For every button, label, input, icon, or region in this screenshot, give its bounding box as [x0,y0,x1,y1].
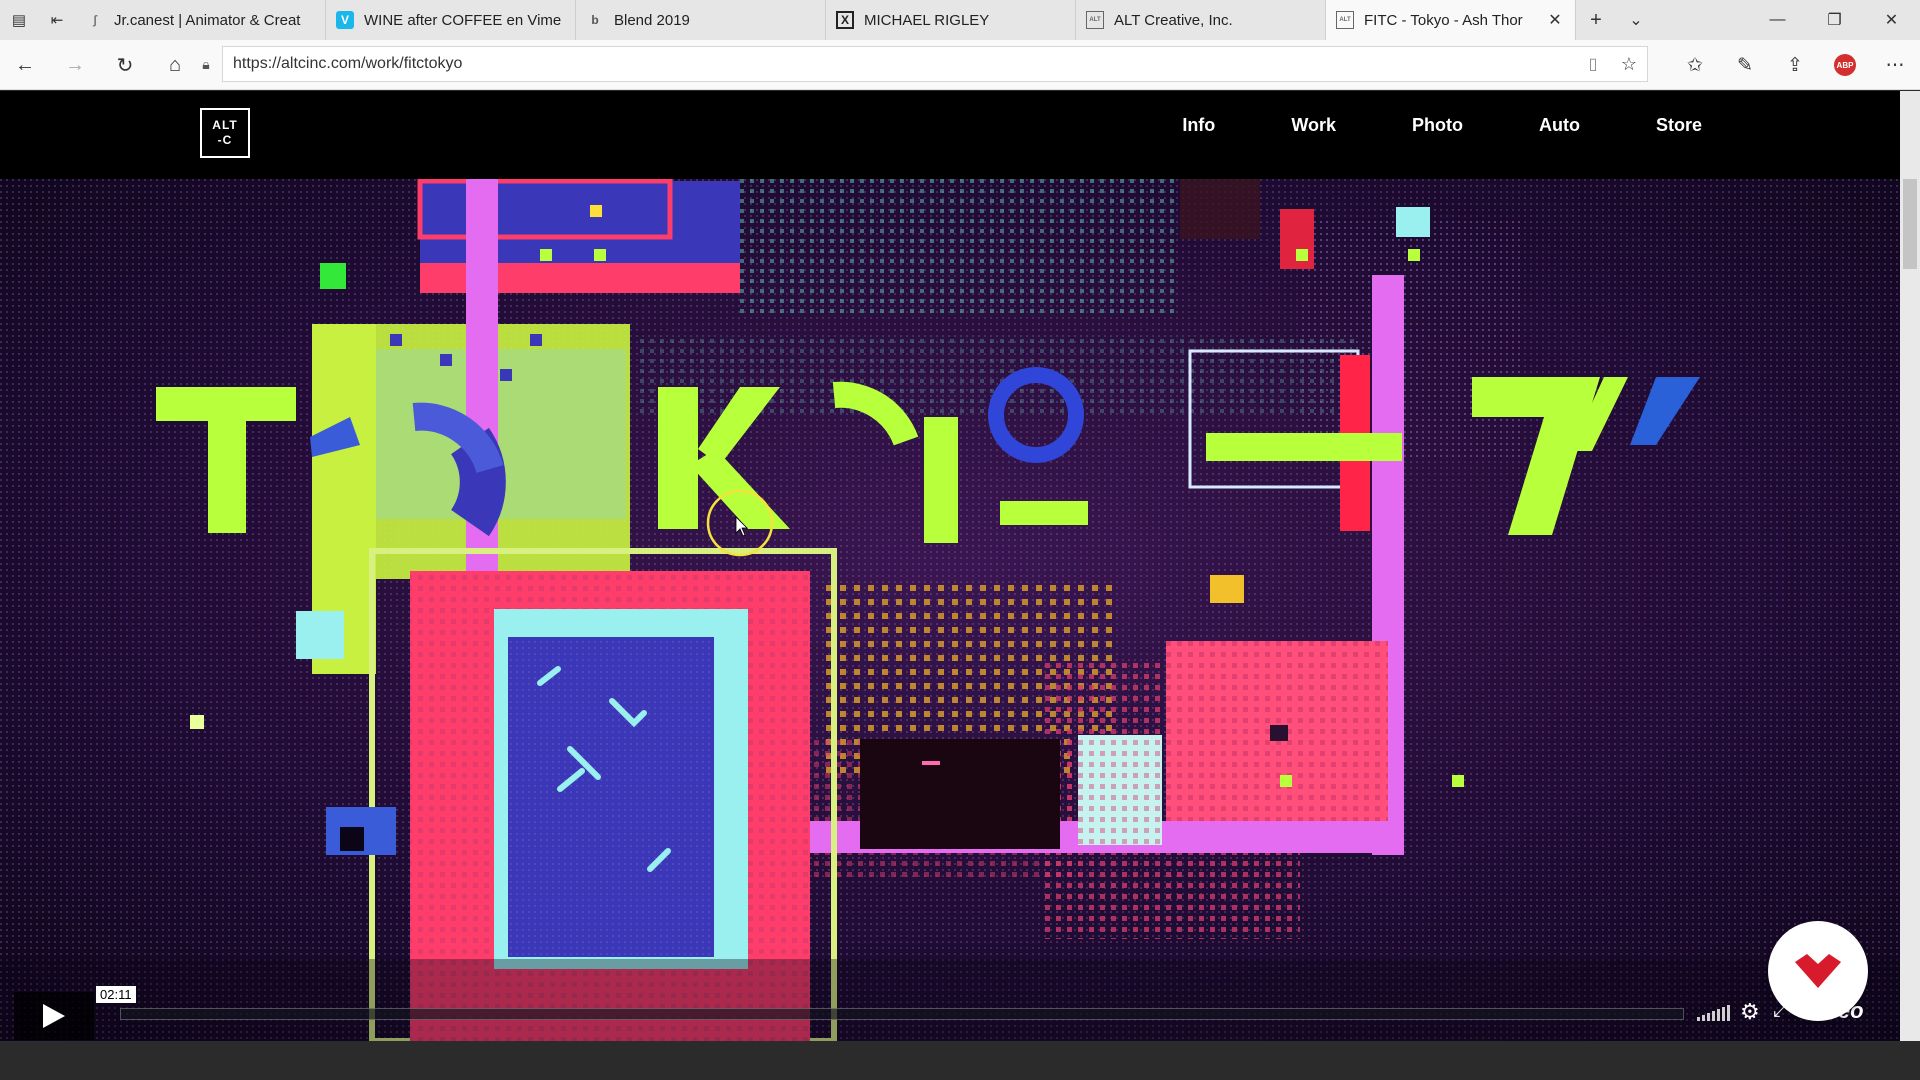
tab-bar: ▤ ⇤ ʃ Jr.canest | Animator & Creat V WIN… [0,0,1920,40]
tab-jrcanest[interactable]: ʃ Jr.canest | Animator & Creat [76,0,326,40]
tab-title: WINE after COFFEE en Vime [364,11,562,29]
vimeo-favicon-icon: V [336,11,354,29]
refresh-icon[interactable]: ↻ [100,40,150,90]
menu-item-work[interactable]: Work [1291,115,1336,136]
heart-logo-icon [1795,954,1841,988]
settings-gear-icon[interactable]: ⚙ [1740,999,1760,1025]
tab-list-icon[interactable]: ▤ [0,0,38,40]
close-window-icon[interactable]: ✕ [1863,0,1920,40]
bottom-strip [0,1041,1920,1080]
share-icon[interactable]: ⇪ [1770,40,1820,90]
site-header: ALT -C Info Work Photo Auto Store [0,91,1900,179]
jrcanest-favicon-icon: ʃ [93,13,97,27]
tab-title: FITC - Tokyo - Ash Thor [1364,11,1523,29]
new-tab-icon[interactable]: + [1576,0,1616,40]
menu-item-auto[interactable]: Auto [1539,115,1580,136]
more-menu-icon[interactable]: ⋯ [1870,40,1920,90]
logo-line-2: -C [217,133,233,147]
lock-icon: 🔒︎ [202,55,210,72]
video-frame [0,179,1900,1041]
back-arrow-icon[interactable]: ← [0,40,50,90]
reading-view-icon[interactable]: ▯ [1575,54,1611,74]
rigley-favicon-icon: X [836,11,854,29]
menu-item-info[interactable]: Info [1182,115,1215,136]
favorite-star-icon[interactable]: ☆ [1611,54,1647,75]
navigation-bar: ← → ↻ ⌂ 🔒︎ https://altcinc.com/work/fitc… [0,40,1920,90]
page-scrollbar[interactable] [1900,91,1920,1041]
site-menu: Info Work Photo Auto Store [1106,115,1702,136]
favorites-hub-icon[interactable]: ✩ [1670,40,1720,90]
video-progress-bar[interactable] [120,1008,1684,1020]
menu-item-store[interactable]: Store [1656,115,1702,136]
web-page: ALT -C Info Work Photo Auto Store 02:11 … [0,91,1900,1041]
alt-c-logo[interactable]: ALT -C [200,108,250,158]
alt-favicon-icon: ALT [1336,11,1354,29]
play-button[interactable] [14,992,94,1040]
tab-preview-chevron-icon[interactable]: ⌄ [1616,0,1656,40]
window-controls: — ❐ ✕ [1749,0,1920,40]
tab-wine-after-coffee[interactable]: V WINE after COFFEE en Vime [326,0,576,40]
restore-icon[interactable]: ❐ [1806,0,1863,40]
web-note-pen-icon[interactable]: ✎ [1720,40,1770,90]
menu-item-photo[interactable]: Photo [1412,115,1463,136]
tab-title: MICHAEL RIGLEY [864,11,990,29]
video-time: 02:11 [96,986,136,1003]
tab-title: Jr.canest | Animator & Creat [114,11,301,29]
tab-fitc-tokyo[interactable]: ALT FITC - Tokyo - Ash Thor ✕ [1326,0,1576,40]
tab-michael-rigley[interactable]: X MICHAEL RIGLEY [826,0,1076,40]
address-bar[interactable]: 🔒︎ https://altcinc.com/work/fitctokyo ▯ … [202,46,1648,82]
logo-line-1: ALT [212,118,238,132]
scrollbar-thumb[interactable] [1903,179,1917,269]
adblock-plus-icon[interactable]: ABP [1820,40,1870,90]
alt-favicon-icon: ALT [1086,11,1104,29]
floating-chat-badge[interactable] [1768,921,1868,1021]
blend-favicon-icon: b [591,13,599,27]
set-aside-tabs-icon[interactable]: ⇤ [38,0,76,40]
forward-arrow-icon[interactable]: → [50,40,100,90]
tab-title: Blend 2019 [614,11,690,29]
volume-icon[interactable] [1697,1005,1730,1021]
tab-title: ALT Creative, Inc. [1114,11,1233,29]
play-icon [43,1004,65,1028]
video-player[interactable]: 02:11 ⚙ ⤢ vimeo [0,179,1900,1041]
tab-alt-creative[interactable]: ALT ALT Creative, Inc. [1076,0,1326,40]
url-text[interactable]: https://altcinc.com/work/fitctokyo [233,55,1575,73]
tab-blend-2019[interactable]: b Blend 2019 [576,0,826,40]
minimize-icon[interactable]: — [1749,0,1806,40]
close-tab-icon[interactable]: ✕ [1545,10,1565,30]
